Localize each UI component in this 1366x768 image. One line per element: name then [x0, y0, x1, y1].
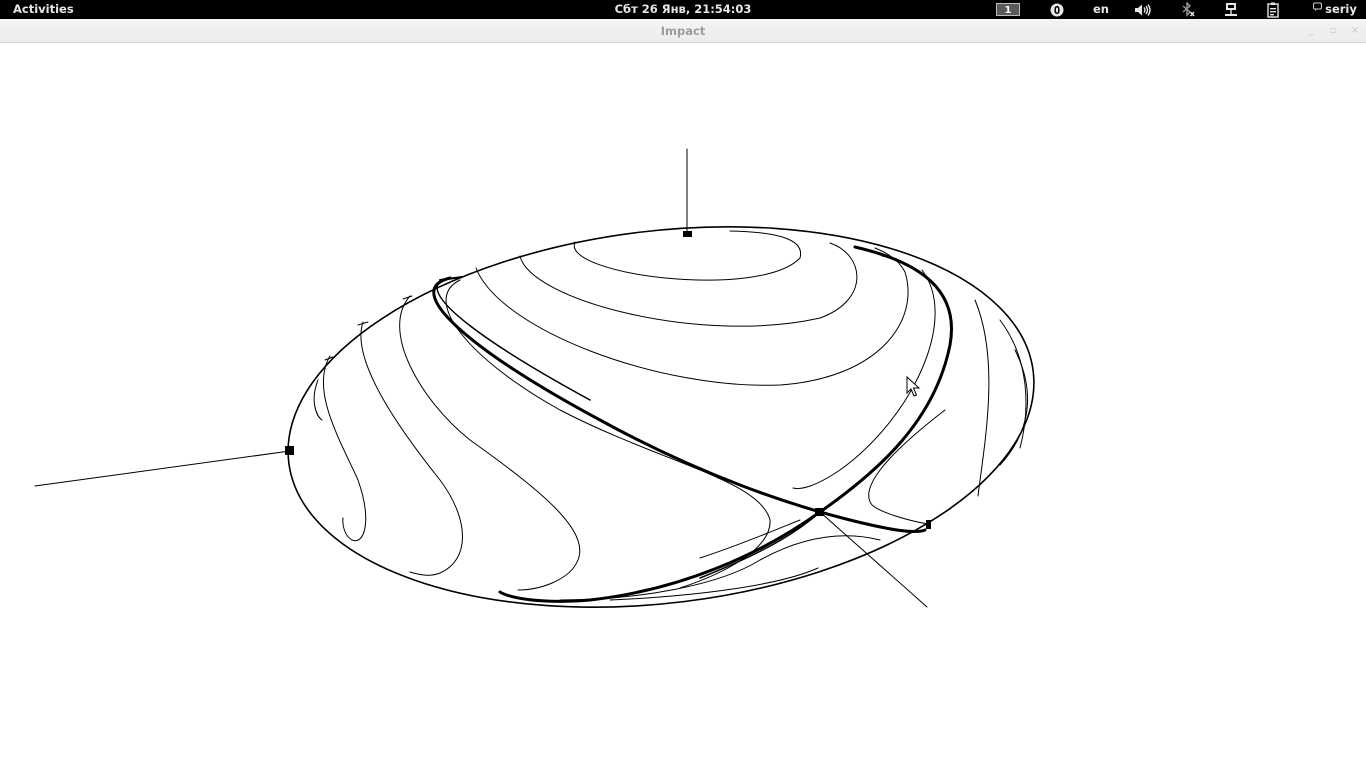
maximize-icon[interactable]: ▫ — [1326, 24, 1340, 38]
close-icon[interactable]: × — [1348, 24, 1362, 38]
contour-line — [999, 349, 1029, 466]
bluetooth-disabled-icon[interactable] — [1178, 0, 1198, 19]
user-menu[interactable]: seriy — [1309, 0, 1361, 19]
thick-boundary-curve — [432, 276, 927, 534]
volume-icon[interactable] — [1132, 0, 1154, 19]
contour-line — [573, 230, 802, 281]
scene-svg — [34, 148, 1035, 608]
ellipsoid-outline — [287, 226, 1035, 608]
marker-square-center — [815, 508, 824, 516]
top-panel: Activities Сбт 26 Янв, 21:54:03 1 en ser… — [0, 0, 1366, 19]
clock-area: Сбт 26 Янв, 21:54:03 — [0, 0, 1366, 19]
contour-line — [322, 355, 367, 542]
minimize-icon[interactable]: _ — [1304, 24, 1318, 38]
contour-line — [313, 379, 323, 421]
contour-line — [792, 269, 936, 489]
thick-boundary-curve — [436, 283, 591, 401]
window-title: Impact — [660, 24, 706, 38]
workspace-indicator[interactable]: 1 — [996, 3, 1020, 16]
clock-label[interactable]: Сбт 26 Янв, 21:54:03 — [615, 2, 752, 16]
window-titlebar[interactable]: Impact _ ▫ × — [0, 19, 1366, 43]
marker-square-top — [683, 231, 692, 237]
user-name: seriy — [1325, 2, 1357, 16]
activities-button[interactable]: Activities — [13, 0, 74, 19]
battery-icon[interactable] — [1263, 0, 1283, 19]
user-status-icon — [1313, 0, 1323, 19]
marker-square-right — [926, 520, 931, 529]
left-axis-line — [34, 450, 291, 487]
network-wired-icon[interactable] — [1221, 0, 1241, 19]
contour-line — [475, 247, 909, 386]
contour-line — [360, 321, 463, 576]
render-canvas[interactable] — [0, 43, 1366, 768]
contour-line — [519, 242, 858, 327]
contour-line — [868, 409, 946, 525]
contour-line — [974, 299, 990, 497]
notification-icon[interactable] — [1047, 0, 1067, 19]
marker-square-left — [285, 446, 294, 455]
thick-boundary-curve — [498, 245, 953, 603]
keyboard-layout-indicator[interactable]: en — [1090, 0, 1112, 19]
